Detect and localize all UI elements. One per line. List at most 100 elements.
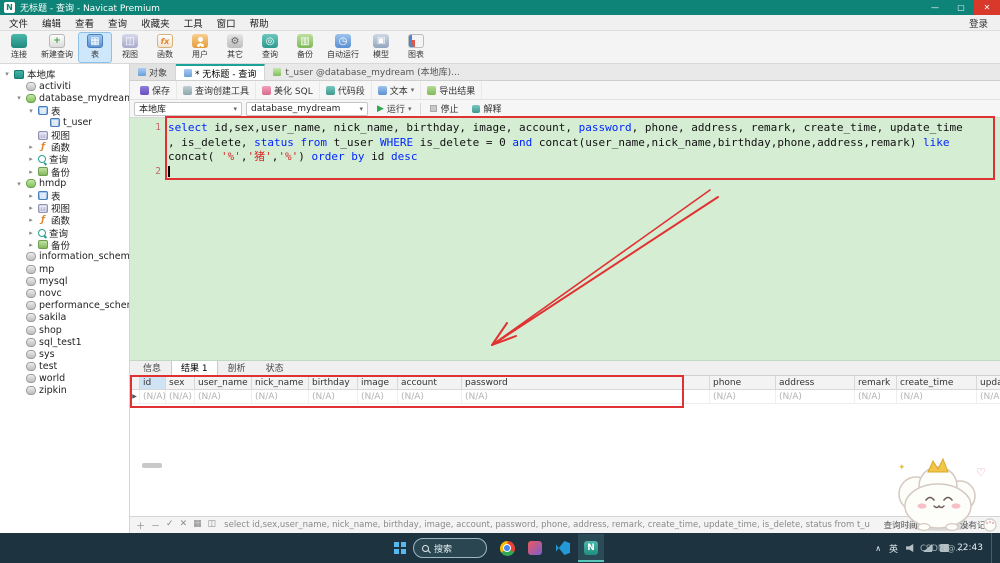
start-button[interactable] (394, 542, 406, 554)
tree-item[interactable]: 本地库 (0, 68, 129, 81)
querybar-save[interactable]: 保存 (134, 81, 178, 99)
tree-chevron-icon[interactable] (15, 94, 23, 102)
result-tab[interactable]: 结果 1 (171, 359, 218, 376)
tree-item[interactable]: sakila (0, 312, 129, 324)
tree-item[interactable]: sql_test1 (0, 336, 129, 348)
column-header[interactable]: create_time (897, 376, 977, 389)
document-tab[interactable]: 对象 (130, 64, 177, 80)
tree-chevron-icon[interactable] (27, 216, 35, 224)
tree-item[interactable]: 备份 (0, 239, 129, 252)
ime-language[interactable]: 英 (889, 542, 898, 555)
tree-item[interactable]: world (0, 373, 129, 385)
show-desktop-button[interactable] (991, 533, 994, 563)
grid-cell[interactable]: (N/A) (977, 390, 1000, 403)
column-header[interactable]: password (462, 376, 710, 389)
tree-item[interactable]: shop (0, 324, 129, 336)
tree-chevron-icon[interactable] (27, 107, 35, 115)
result-tab[interactable]: 信息 (133, 359, 171, 376)
discard-icon[interactable]: ✕ (180, 519, 188, 532)
tree-item[interactable]: mp (0, 263, 129, 275)
run-button[interactable]: ▶ 运行 ▾ (372, 100, 416, 117)
taskbar-app-ide[interactable] (522, 534, 548, 562)
tree-chevron-icon[interactable] (27, 143, 35, 151)
grid-cell[interactable]: (N/A) (166, 390, 195, 403)
grid-cell[interactable]: (N/A) (140, 390, 166, 403)
taskbar-search[interactable]: 搜索 (413, 538, 487, 558)
toolbar-item-query[interactable]: 查询 (253, 32, 287, 63)
close-button[interactable]: ✕ (974, 0, 1000, 15)
tree-item[interactable]: 表 (0, 105, 129, 118)
tree-item[interactable]: zipkin (0, 385, 129, 397)
apply-icon[interactable]: ✓ (166, 519, 174, 532)
minimize-button[interactable]: — (922, 0, 948, 15)
toolbar-item-backup[interactable]: 备份 (288, 32, 322, 63)
taskbar-app-navicat[interactable]: N (578, 534, 604, 562)
grid-cell[interactable]: (N/A) (398, 390, 462, 403)
column-header[interactable]: account (398, 376, 462, 389)
grid-cell[interactable]: (N/A) (252, 390, 309, 403)
toolbar-item-chart[interactable]: 图表 (399, 32, 433, 63)
tree-item[interactable]: sys (0, 348, 129, 360)
toolbar-item-view[interactable]: 视图 (113, 32, 147, 63)
querybar-export[interactable]: 导出结果 (421, 81, 483, 99)
menu-item[interactable]: 编辑 (35, 15, 68, 30)
toolbar-item-automation[interactable]: 自动运行 (323, 32, 363, 63)
tree-chevron-icon[interactable] (27, 204, 35, 212)
login-menu[interactable]: 登录 (969, 16, 1000, 30)
column-header[interactable]: update_time (977, 376, 1000, 389)
tree-chevron-icon[interactable] (27, 155, 35, 163)
grid-cell[interactable]: (N/A) (195, 390, 252, 403)
grid-cell[interactable]: (N/A) (462, 390, 710, 403)
tree-chevron-icon[interactable] (27, 229, 35, 237)
toolbar-item-table[interactable]: 表 (78, 31, 112, 63)
column-header[interactable]: phone (710, 376, 776, 389)
menu-item[interactable]: 查看 (68, 15, 101, 30)
database-select[interactable]: database_mydream ▾ (246, 101, 368, 116)
querybar-snippet[interactable]: 代码段 (320, 81, 372, 99)
maximize-button[interactable]: ▢ (948, 0, 974, 15)
grid-cell[interactable]: (N/A) (897, 390, 977, 403)
menu-item[interactable]: 窗口 (210, 15, 243, 30)
menu-item[interactable]: 帮助 (243, 15, 276, 30)
taskbar-app-vscode[interactable] (550, 534, 576, 562)
column-header[interactable]: image (358, 376, 398, 389)
tree-chevron-icon[interactable] (15, 180, 23, 188)
tree-item[interactable]: activiti (0, 80, 129, 92)
grid-cell[interactable]: (N/A) (309, 390, 358, 403)
tree-item[interactable]: hmdp (0, 178, 129, 190)
toolbar-item-new-query[interactable]: 新建查询 (37, 32, 77, 63)
delete-record-icon[interactable]: － (151, 519, 160, 532)
grid-cell[interactable]: (N/A) (358, 390, 398, 403)
explain-button[interactable]: 解释 (467, 100, 506, 117)
tree-chevron-icon[interactable] (27, 241, 35, 249)
splitter-handle[interactable] (142, 463, 162, 468)
querybar-text[interactable]: 文本 ▾ (372, 81, 422, 99)
add-record-icon[interactable]: ＋ (136, 519, 145, 532)
stop-button[interactable]: 停止 (425, 100, 463, 117)
volume-icon[interactable] (906, 544, 914, 552)
querybar-builder[interactable]: 查询创建工具 (177, 81, 257, 99)
sql-editor[interactable]: 1 select id,sex,user_name, nick_name, bir… (130, 118, 1000, 361)
column-header[interactable]: sex (166, 376, 195, 389)
menu-item[interactable]: 收藏夹 (134, 15, 177, 30)
result-tab[interactable]: 状态 (256, 359, 294, 376)
result-tab[interactable]: 剖析 (218, 359, 256, 376)
toolbar-item-function[interactable]: 函数 (148, 32, 182, 63)
toolbar-item-connection[interactable]: 连接 (2, 32, 36, 63)
menu-item[interactable]: 查询 (101, 15, 134, 30)
tree-chevron-icon[interactable] (3, 70, 11, 78)
column-header[interactable]: birthday (309, 376, 358, 389)
grid-cell[interactable]: (N/A) (776, 390, 855, 403)
column-header[interactable]: id (140, 376, 166, 389)
column-header[interactable]: nick_name (252, 376, 309, 389)
grid-cell[interactable]: (N/A) (710, 390, 776, 403)
tree-item[interactable]: novc (0, 287, 129, 299)
tree-item[interactable]: information_schema (0, 251, 129, 263)
tree-item[interactable]: mysql (0, 275, 129, 287)
column-header[interactable]: address (776, 376, 855, 389)
grid-cell[interactable]: (N/A) (855, 390, 897, 403)
taskbar-app-chrome[interactable] (494, 534, 520, 562)
toolbar-item-others[interactable]: 其它 (218, 32, 252, 63)
menu-item[interactable]: 工具 (177, 15, 210, 30)
document-tab[interactable]: * 无标题 - 查询 (176, 64, 266, 80)
